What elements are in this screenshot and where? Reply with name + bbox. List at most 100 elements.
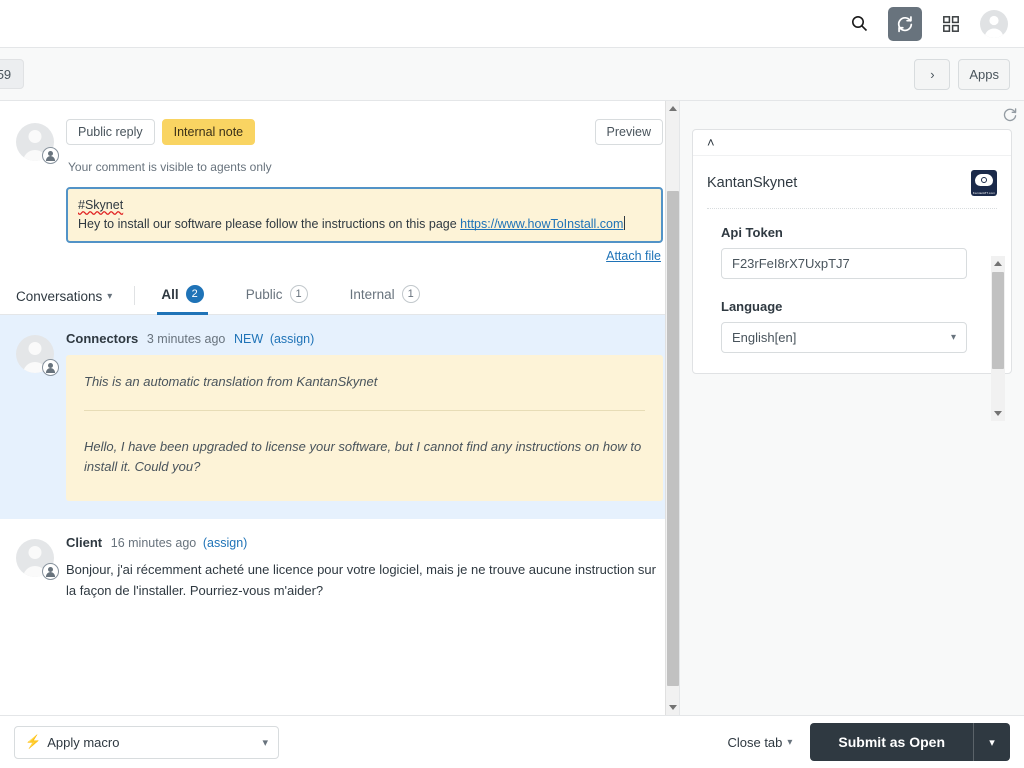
tab-all[interactable]: All 2 bbox=[157, 285, 207, 315]
apply-macro-dropdown[interactable]: ⚡ Apply macro ▾ bbox=[14, 726, 279, 759]
api-token-value: F23rFeI8rX7UxpTJ7 bbox=[732, 256, 850, 271]
avatar-head bbox=[29, 130, 42, 143]
language-label: Language bbox=[721, 299, 997, 314]
tab-internal-count: 1 bbox=[402, 285, 420, 303]
apps-grid-icon[interactable] bbox=[934, 7, 968, 41]
badge-body bbox=[46, 572, 55, 577]
editor-text: Hey to install our software please follo… bbox=[78, 217, 460, 231]
editor-line-1: #Skynet bbox=[78, 196, 651, 215]
chevron-down-icon: ▾ bbox=[262, 736, 268, 749]
logo-wordmark: KantanMT.com bbox=[971, 191, 997, 195]
triangle-up-icon bbox=[669, 106, 677, 111]
triangle-down-icon bbox=[994, 411, 1002, 416]
message-author: Connectors bbox=[66, 331, 138, 346]
message-avatar bbox=[16, 535, 62, 601]
conversation-scrollbar[interactable] bbox=[665, 101, 679, 715]
divider bbox=[134, 286, 135, 305]
triangle-down-icon bbox=[669, 705, 677, 710]
preview-button[interactable]: Preview bbox=[595, 119, 663, 145]
bottom-action-bar: ⚡ Apply macro ▾ Close tab ▾ Submit as Op… bbox=[0, 715, 1024, 768]
apps-refresh-row bbox=[680, 101, 1024, 129]
tab-public-count: 1 bbox=[290, 285, 308, 303]
message-body: Client 16 minutes ago (assign) Bonjour, … bbox=[62, 535, 663, 601]
apps-refresh-icon[interactable] bbox=[1002, 107, 1018, 123]
chevron-down-icon: ▾ bbox=[107, 291, 112, 302]
translation-header: This is an automatic translation from Ka… bbox=[84, 372, 645, 392]
message-author: Client bbox=[66, 535, 102, 550]
message-header: Client 16 minutes ago (assign) bbox=[66, 535, 663, 550]
language-select[interactable]: English[en] ▾ bbox=[721, 322, 967, 353]
preview-label: Preview bbox=[607, 125, 651, 139]
attach-file-label: Attach file bbox=[606, 249, 661, 263]
status-badge: NEW bbox=[234, 332, 263, 346]
user-avatar[interactable] bbox=[980, 10, 1008, 38]
attach-file-link[interactable]: Attach file bbox=[66, 249, 663, 263]
agent-badge-icon bbox=[42, 147, 59, 164]
submit-as-open-button[interactable]: Submit as Open bbox=[810, 723, 973, 761]
composer-mode-buttons: Public reply Internal note Preview bbox=[66, 119, 663, 145]
scroll-down-arrow[interactable] bbox=[666, 700, 680, 715]
public-reply-label: Public reply bbox=[78, 125, 143, 139]
note-divider bbox=[84, 410, 645, 411]
expand-tabs-button[interactable]: › bbox=[914, 59, 950, 90]
app-content: KantanSkynet KantanMT.com Api Token F23r… bbox=[693, 156, 1011, 373]
submit-options-button[interactable]: ▾ bbox=[974, 723, 1010, 761]
conversations-dropdown[interactable]: Conversations ▾ bbox=[16, 289, 112, 314]
badge-body bbox=[46, 156, 55, 161]
message-header: Connectors 3 minutes ago NEW (assign) bbox=[66, 331, 663, 346]
avatar-head bbox=[29, 546, 42, 559]
scroll-up-arrow[interactable] bbox=[991, 256, 1005, 271]
tab-public[interactable]: Public 1 bbox=[242, 285, 312, 315]
scroll-up-arrow[interactable] bbox=[666, 101, 680, 116]
comment-editor[interactable]: #Skynet Hey to install our software plea… bbox=[66, 187, 663, 243]
top-bar-icons bbox=[842, 7, 1024, 41]
spacer bbox=[707, 279, 997, 299]
public-reply-button[interactable]: Public reply bbox=[66, 119, 155, 145]
end-user-badge-icon bbox=[42, 563, 59, 580]
search-icon[interactable] bbox=[842, 7, 876, 41]
app-inner-scrollbar[interactable] bbox=[991, 256, 1005, 421]
text-caret bbox=[624, 216, 625, 230]
scroll-down-arrow[interactable] bbox=[991, 406, 1005, 421]
search-glyph bbox=[851, 15, 868, 32]
ticket-conversation-pane: Public reply Internal note Preview Your … bbox=[0, 101, 680, 715]
tab-internal[interactable]: Internal 1 bbox=[346, 285, 424, 315]
editor-url: https://www.howToInstall.com bbox=[460, 217, 623, 231]
chevron-down-icon: ▾ bbox=[989, 736, 995, 749]
assign-link[interactable]: (assign) bbox=[270, 332, 314, 346]
app-divider bbox=[707, 208, 997, 209]
ticket-tab-label: #2159 bbox=[0, 67, 11, 82]
app-title-row: KantanSkynet KantanMT.com bbox=[707, 170, 997, 196]
message-client: Client 16 minutes ago (assign) Bonjour, … bbox=[0, 519, 679, 619]
kantan-app-card: ˄ KantanSkynet KantanMT.com Api Token F2… bbox=[692, 129, 1012, 374]
apps-button[interactable]: Apps bbox=[958, 59, 1010, 90]
refresh-icon[interactable] bbox=[888, 7, 922, 41]
agent-badge-icon bbox=[42, 359, 59, 376]
close-tab-button[interactable]: Close tab ▾ bbox=[727, 735, 792, 750]
scrollbar-thumb[interactable] bbox=[992, 272, 1004, 369]
app-title: KantanSkynet bbox=[707, 175, 797, 191]
chevron-down-icon: ▾ bbox=[951, 332, 956, 343]
message-connectors: Connectors 3 minutes ago NEW (assign) Th… bbox=[0, 315, 679, 519]
badge-body bbox=[46, 368, 55, 373]
submit-label: Submit as Open bbox=[838, 734, 945, 750]
message-avatar bbox=[16, 331, 62, 501]
app-collapse-toggle[interactable]: ˄ bbox=[693, 130, 1011, 156]
composer: Public reply Internal note Preview Your … bbox=[0, 101, 679, 263]
lightning-icon: ⚡ bbox=[25, 734, 41, 750]
message-body: Connectors 3 minutes ago NEW (assign) Th… bbox=[62, 331, 663, 501]
language-value: English[en] bbox=[732, 330, 796, 345]
tab-public-label: Public bbox=[246, 287, 283, 302]
editor-line-2: Hey to install our software please follo… bbox=[78, 215, 651, 234]
internal-note-button[interactable]: Internal note bbox=[162, 119, 256, 145]
editor-tag: #Skynet bbox=[78, 198, 123, 212]
ticket-tab[interactable]: #2159 bbox=[0, 59, 24, 89]
scrollbar-thumb[interactable] bbox=[667, 191, 679, 686]
tab-all-label: All bbox=[161, 287, 178, 302]
translation-body: Hello, I have been upgraded to license y… bbox=[84, 437, 645, 477]
avatar-head bbox=[29, 342, 42, 355]
message-text: Bonjour, j'ai récemment acheté une licen… bbox=[66, 559, 663, 601]
assign-link[interactable]: (assign) bbox=[203, 536, 247, 550]
tab-strip-actions: › Apps bbox=[914, 59, 1010, 90]
api-token-input[interactable]: F23rFeI8rX7UxpTJ7 bbox=[721, 248, 967, 279]
